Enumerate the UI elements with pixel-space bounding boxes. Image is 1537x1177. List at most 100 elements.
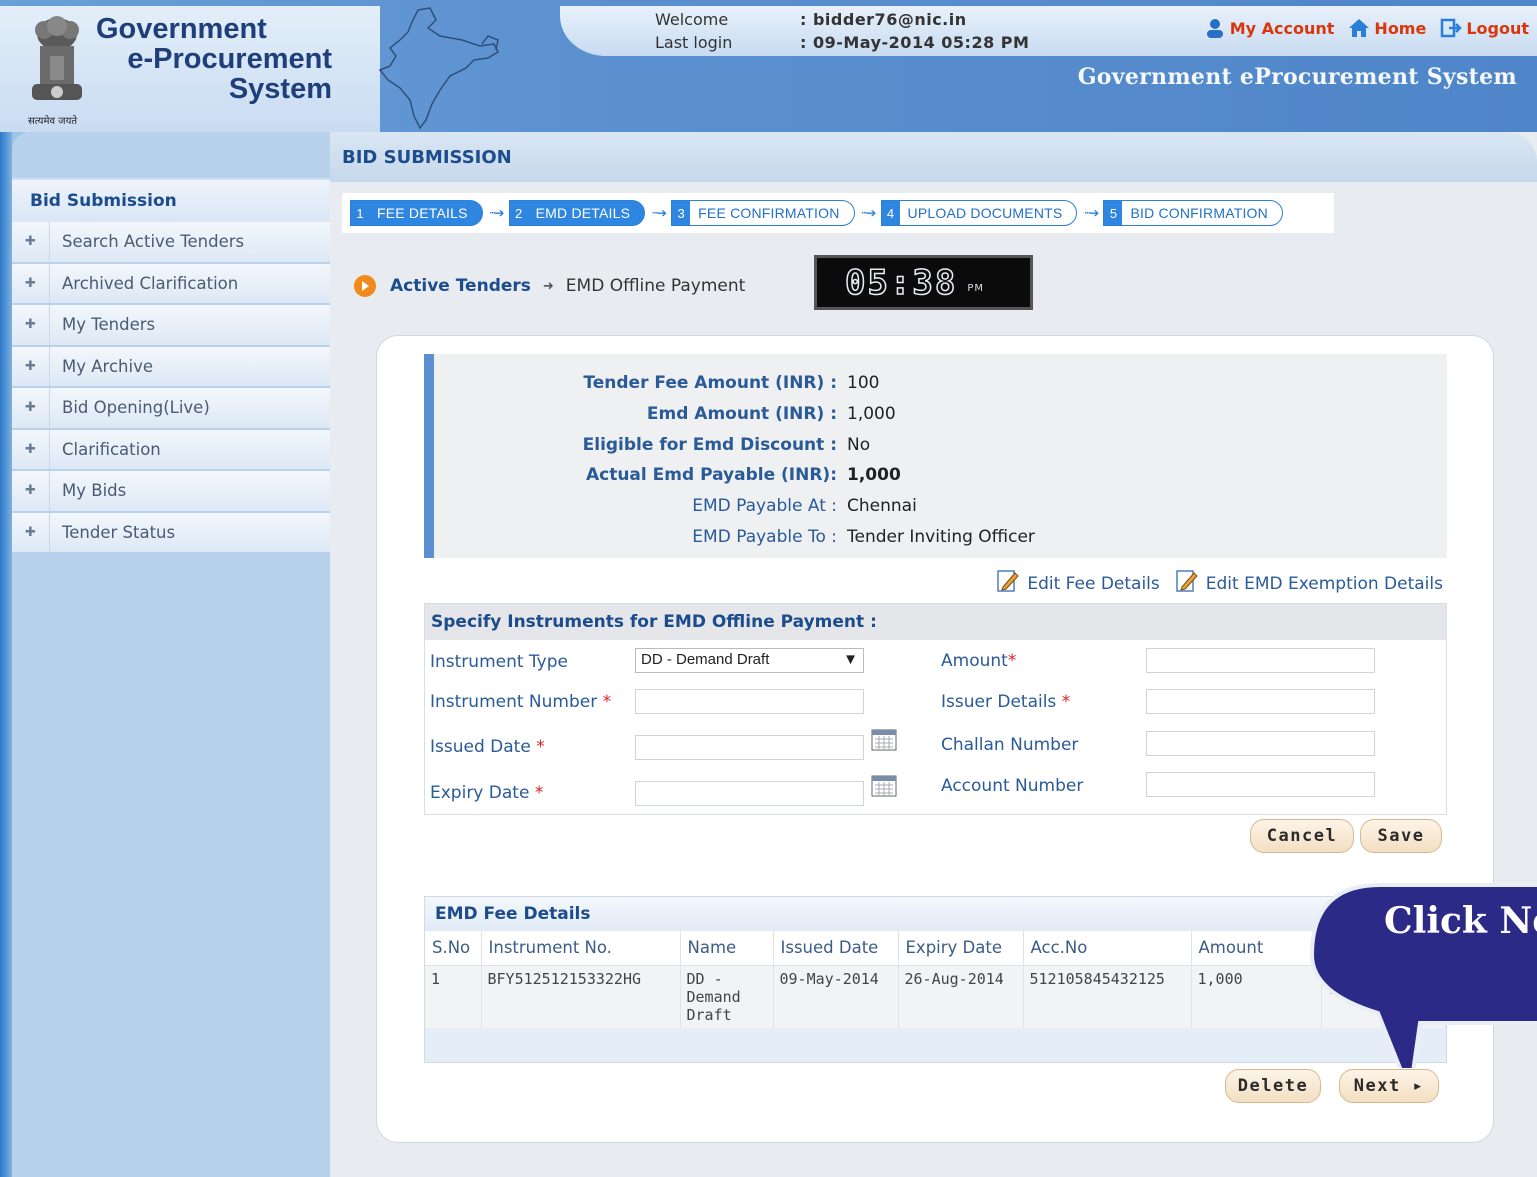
step-bid-confirmation[interactable]: 5 BID CONFIRMATION [1103,200,1283,226]
breadcrumb-active-tenders[interactable]: Active Tenders [390,276,531,296]
cell-name: DD - Demand Draft [680,965,774,1028]
step-arrow-icon: ···➔ [651,206,667,220]
sidebar-item-label: My Bids [62,481,127,501]
step-fee-details[interactable]: 1 FEE DETAILS [350,200,483,226]
welcome-label: Welcome [655,10,729,29]
step-arrow-icon: ···➔ [488,206,505,220]
emd-fee-table: S.No Instrument No. Name Issued Date Exp… [425,931,1446,1028]
challan-number-input[interactable] [1146,731,1375,756]
edit-fee-details-link[interactable]: Edit Fee Details [995,568,1160,594]
edit-links: Edit Fee Details Edit EMD Exemption Deta… [995,568,1443,594]
sidebar-item-my-archive[interactable]: ✚ My Archive [12,346,330,388]
left-edge-decoration [0,132,12,1177]
sidebar-item-label: My Tenders [62,315,156,335]
sidebar-item-my-tenders[interactable]: ✚ My Tenders [12,305,330,347]
sidebar-item-label: Clarification [62,439,161,459]
issued-date-text: Issued Date [430,737,531,757]
home-link[interactable]: Home [1348,18,1426,38]
edit-icon [1176,570,1198,592]
edit-fee-label: Edit Fee Details [1027,574,1160,594]
required-marker: * [1007,651,1017,671]
instrument-type-select[interactable]: DD - Demand Draft ▼ [635,648,864,673]
instrument-type-label: Instrument Type [430,652,568,672]
instrument-number-text: Instrument Number [430,692,598,712]
callout-text: Click Ne [1384,900,1537,942]
sidebar-item-clarification[interactable]: ✚ Clarification [12,429,330,471]
step-arrow-icon: ···➔ [1083,206,1100,220]
expand-icon: ✚ [12,263,50,303]
sidebar-item-my-bids[interactable]: ✚ My Bids [12,471,330,513]
logout-link[interactable]: Logout [1440,18,1529,38]
cell-expiry-date: 26-Aug-2014 [898,965,1024,1028]
edit-emd-label: Edit EMD Exemption Details [1205,574,1443,594]
required-marker: * [536,737,545,757]
expand-icon: ✚ [12,222,50,262]
issued-date-label: Issued Date * [430,737,545,757]
delete-button[interactable]: Delete [1225,1069,1321,1103]
next-label: Next [1353,1076,1401,1096]
challan-number-label: Challan Number [941,735,1079,755]
amount-label-text: Amount [941,651,1008,671]
table-row: 1 BFY512512153322HG DD - Demand Draft 09… [425,965,1446,1028]
step-label: BID CONFIRMATION [1130,205,1268,221]
eligible-discount-value: No [847,434,871,455]
sidebar-top [12,132,330,178]
breadcrumb-current: EMD Offline Payment [565,276,746,296]
next-button[interactable]: Next ▸ [1339,1069,1439,1103]
step-number: 3 [672,201,691,225]
expand-icon: ✚ [12,429,50,469]
clock-ampm: PM [967,283,985,294]
sidebar-item-label: Tender Status [62,522,176,542]
sidebar-item-tender-status[interactable]: ✚ Tender Status [12,512,330,554]
logout-label: Logout [1466,18,1529,38]
expand-icon: ✚ [12,388,50,428]
step-number: 5 [1104,201,1123,225]
step-fee-confirmation[interactable]: 3 FEE CONFIRMATION [671,200,855,226]
instrument-number-input[interactable] [635,689,864,714]
step-label: FEE CONFIRMATION [698,205,840,221]
col-instrument-no: Instrument No. [481,931,681,966]
step-upload-documents[interactable]: 4 UPLOAD DOCUMENTS [880,200,1078,226]
my-account-link[interactable]: My Account [1204,18,1334,38]
step-emd-details[interactable]: 2 EMD DETAILS [508,200,646,226]
issued-date-input[interactable] [635,735,864,760]
sidebar-item-label: Bid Opening(Live) [62,398,210,418]
cell-issued-date: 09-May-2014 [773,965,899,1028]
actual-emd-value: 1,000 [847,465,901,486]
cell-amount: 1,000 [1191,965,1322,1028]
national-emblem-icon [32,16,82,100]
expand-icon: ✚ [12,512,50,552]
expand-icon: ✚ [12,346,50,386]
sidebar-item-label: My Archive [62,356,153,376]
top-links: My Account Home Logout [1204,18,1529,38]
breadcrumb: Active Tenders ➜ EMD Offline Payment [354,275,745,297]
sidebar-item-bid-opening-live[interactable]: ✚ Bid Opening(Live) [12,388,330,430]
tender-fee-value: 100 [847,373,880,394]
step-label: EMD DETAILS [535,205,631,221]
logo-line-2: e-Procurement [127,43,332,75]
india-map-icon [378,7,499,130]
sidebar-item-search-active-tenders[interactable]: ✚ Search Active Tenders [12,222,330,264]
emd-fee-details-grid: EMD Fee Details S.No Instrument No. Name… [424,896,1447,1063]
sidebar-item-label: Search Active Tenders [62,232,245,252]
payable-at-label: EMD Payable At : [692,496,837,517]
expiry-date-text: Expiry Date [430,783,530,803]
site-logo-text: Government e-Procurement System [96,14,332,104]
col-amount: Amount [1191,931,1322,966]
payable-at-value: Chennai [847,496,917,517]
account-number-input[interactable] [1146,772,1375,797]
issuer-details-input[interactable] [1146,689,1375,714]
expiry-date-input[interactable] [635,781,864,806]
calendar-icon[interactable] [871,727,897,751]
last-login-label: Last login [655,33,733,52]
edit-emd-exemption-link[interactable]: Edit EMD Exemption Details [1174,568,1443,594]
page-title-bar: BID SUBMISSION [330,132,1537,182]
breadcrumb-arrow-icon [354,275,376,297]
eligible-discount-label: Eligible for Emd Discount : [582,434,837,455]
amount-input[interactable] [1146,648,1375,673]
calendar-icon[interactable] [871,773,897,797]
tender-fee-label: Tender Fee Amount (INR) : [583,373,837,394]
col-sno: S.No [425,931,482,966]
col-acc-no: Acc.No [1023,931,1192,966]
sidebar-item-archived-clarification[interactable]: ✚ Archived Clarification [12,263,330,305]
